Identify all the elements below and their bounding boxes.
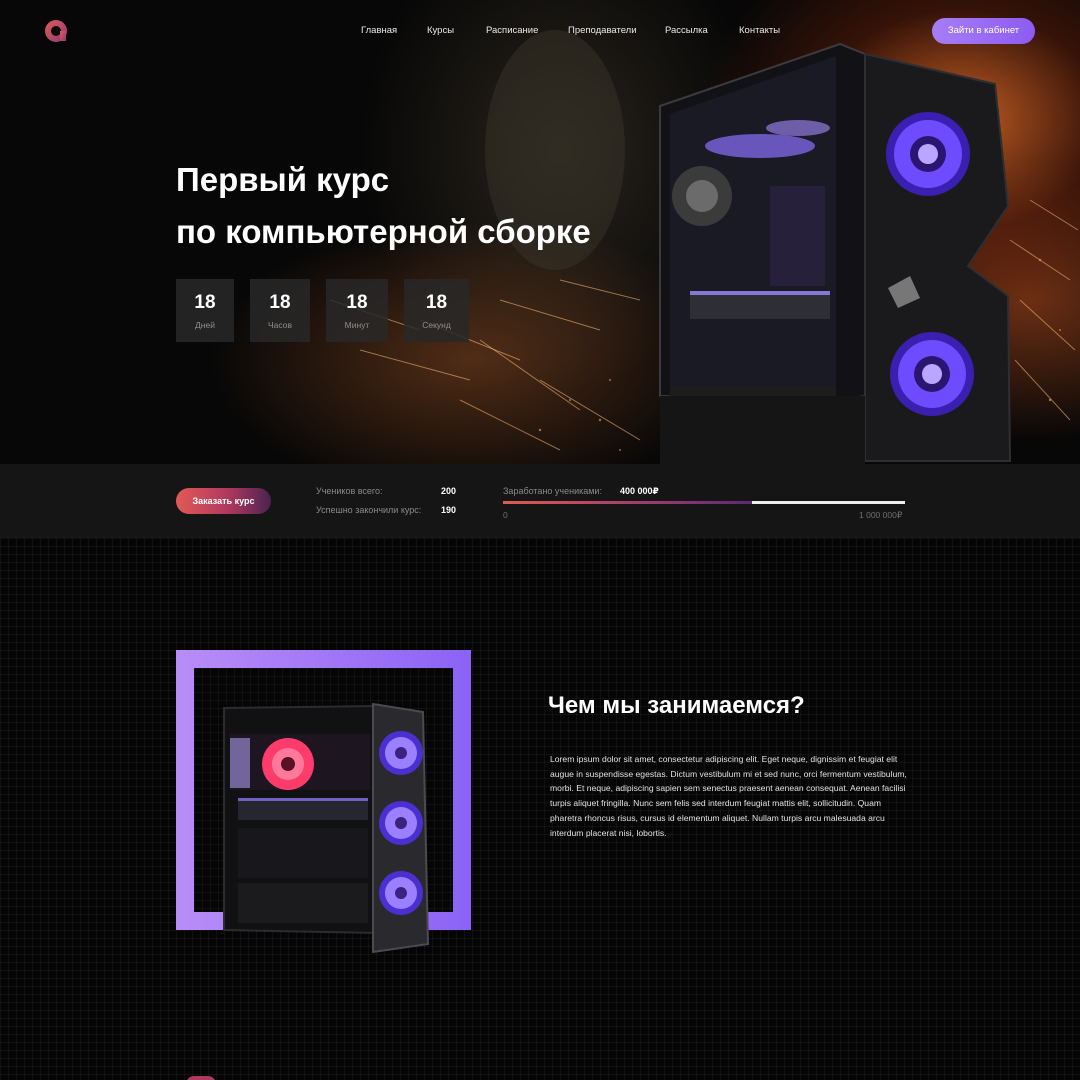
countdown-days-value: 18 [194, 292, 216, 313]
earned-progress-fill [503, 501, 753, 504]
countdown-hours: 18 Часов [250, 279, 310, 342]
logo-ring-icon[interactable] [44, 19, 68, 43]
students-finished-value: 190 [441, 505, 457, 515]
earned-progress-bar [503, 501, 905, 504]
students-finished-label: Успешно закончили курс: [316, 505, 422, 515]
nav-item-newsletter[interactable]: Рассылка [665, 25, 708, 36]
nav-item-schedule[interactable]: Расписание [486, 25, 538, 36]
nav-item-contacts[interactable]: Контакты [739, 25, 780, 36]
countdown-hours-label: Часов [268, 320, 292, 330]
pc-case-image [659, 42, 1012, 464]
countdown-seconds-label: Секунд [422, 320, 451, 330]
login-cabinet-button[interactable]: Зайти в кабинет [932, 18, 1035, 44]
hero-title-line-2: по компьютерной сборке [176, 213, 591, 250]
nav-item-home[interactable]: Главная [361, 25, 397, 36]
nav-item-teachers[interactable]: Преподаватели [568, 25, 637, 36]
earned-range-max: 1 000 000₽ [859, 510, 903, 520]
students-total-value: 200 [441, 486, 457, 496]
countdown-seconds-value: 18 [425, 292, 448, 313]
countdown-minutes-value: 18 [346, 292, 368, 313]
hero-title-line-1: Первый курс [176, 161, 390, 198]
next-section-decoration [186, 1076, 216, 1080]
about-title: Чем мы занимаемся? [548, 692, 805, 719]
hero-section: Главная Курсы Расписание Преподаватели Р… [0, 0, 1080, 464]
site-header: Главная Курсы Расписание Преподаватели Р… [0, 0, 1080, 62]
earned-range-min: 0 [503, 510, 508, 520]
about-section: Чем мы занимаемся? Lorem ipsum dolor sit… [0, 538, 1080, 1080]
countdown-days: 18 Дней [176, 279, 234, 342]
pc-case-photo [223, 702, 430, 954]
hero-title: Первый курс по компьютерной сборке [176, 154, 591, 258]
countdown-hours-value: 18 [269, 292, 291, 313]
earned-label: Заработано учениками: [503, 486, 602, 496]
nav-item-courses[interactable]: Курсы [427, 25, 454, 36]
earned-value: 400 000₽ [620, 486, 659, 496]
countdown-seconds: 18 Секунд [404, 279, 469, 342]
countdown-days-label: Дней [195, 320, 215, 330]
students-total-label: Учеников всего: [316, 486, 383, 496]
countdown-minutes: 18 Минут [326, 279, 388, 342]
order-course-button[interactable]: Заказать курс [176, 488, 271, 514]
about-description: Lorem ipsum dolor sit amet, consectetur … [550, 754, 907, 838]
countdown-minutes-label: Минут [344, 320, 370, 330]
